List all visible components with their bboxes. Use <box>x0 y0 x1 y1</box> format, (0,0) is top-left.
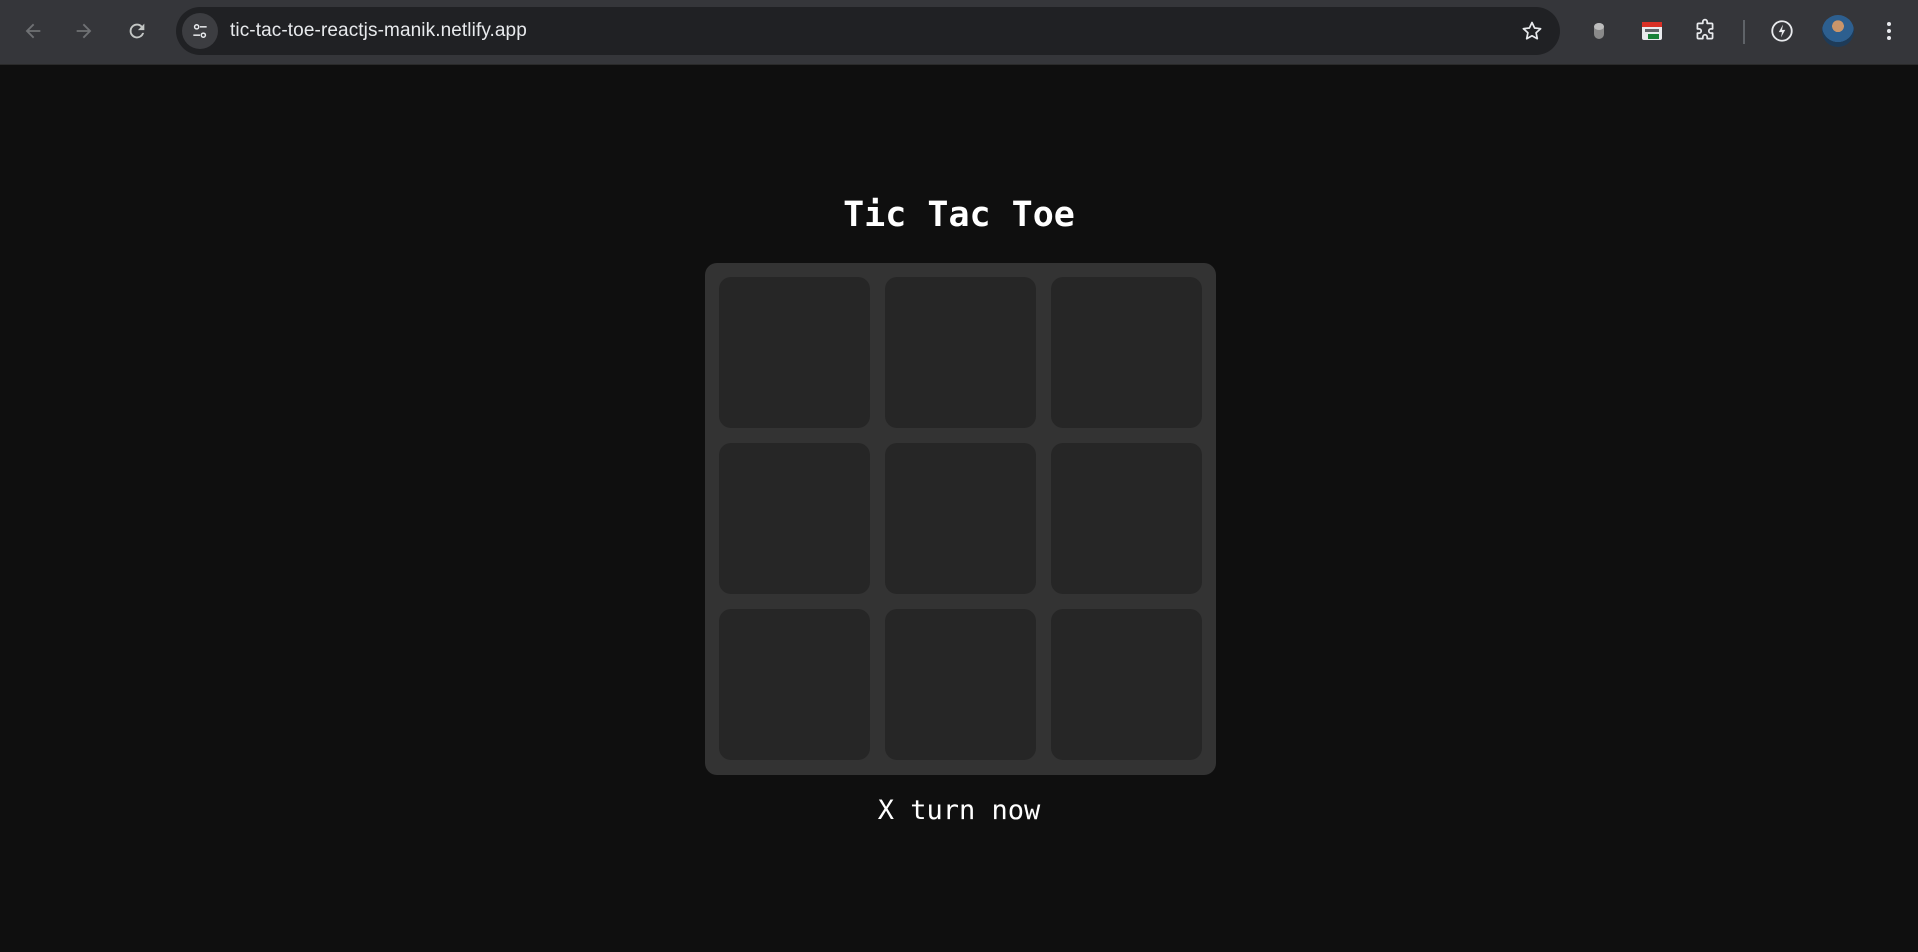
bookmark-button[interactable] <box>1520 19 1544 43</box>
board-cell-4[interactable] <box>719 443 870 594</box>
board-cell-9[interactable] <box>1051 609 1202 760</box>
browser-toolbar: tic-tac-toe-reactjs-manik.netlify.app <box>0 0 1918 65</box>
board-cell-5[interactable] <box>885 443 1036 594</box>
puzzle-icon <box>1696 18 1714 40</box>
board-cell-2[interactable] <box>885 277 1036 428</box>
forward-button[interactable] <box>64 11 104 51</box>
turn-status: X turn now <box>877 795 1041 826</box>
reload-icon <box>129 23 145 39</box>
avatar[interactable] <box>1822 15 1854 47</box>
kebab-menu-icon <box>1887 22 1891 40</box>
address-bar[interactable]: tic-tac-toe-reactjs-manik.netlify.app <box>176 7 1560 55</box>
extension-calendar-button[interactable] <box>1636 15 1668 47</box>
back-button[interactable] <box>13 11 53 51</box>
extensions-button[interactable] <box>1689 15 1721 47</box>
star-icon <box>1522 21 1542 40</box>
game-board <box>705 263 1216 775</box>
reload-button[interactable] <box>117 11 157 51</box>
mouse-icon <box>1594 23 1604 39</box>
board-cell-7[interactable] <box>719 609 870 760</box>
browser-menu-button[interactable] <box>1873 15 1905 47</box>
board-cell-8[interactable] <box>885 609 1036 760</box>
lightning-icon <box>1771 20 1793 42</box>
performance-button[interactable] <box>1766 15 1798 47</box>
arrow-right-icon <box>76 23 92 39</box>
tune-icon <box>193 24 207 39</box>
board-cell-1[interactable] <box>719 277 870 428</box>
arrow-left-icon <box>25 23 41 39</box>
extension-mouse-button[interactable] <box>1583 15 1615 47</box>
page-content: Tic Tac Toe X turn now <box>0 65 1918 952</box>
game-title: Tic Tac Toe <box>843 195 1075 235</box>
board-cell-3[interactable] <box>1051 277 1202 428</box>
board-cell-6[interactable] <box>1051 443 1202 594</box>
toolbar-divider <box>1743 20 1745 44</box>
url-text[interactable]: tic-tac-toe-reactjs-manik.netlify.app <box>230 7 527 55</box>
site-info-button[interactable] <box>182 13 218 49</box>
calendar-extension-icon <box>1642 22 1662 40</box>
